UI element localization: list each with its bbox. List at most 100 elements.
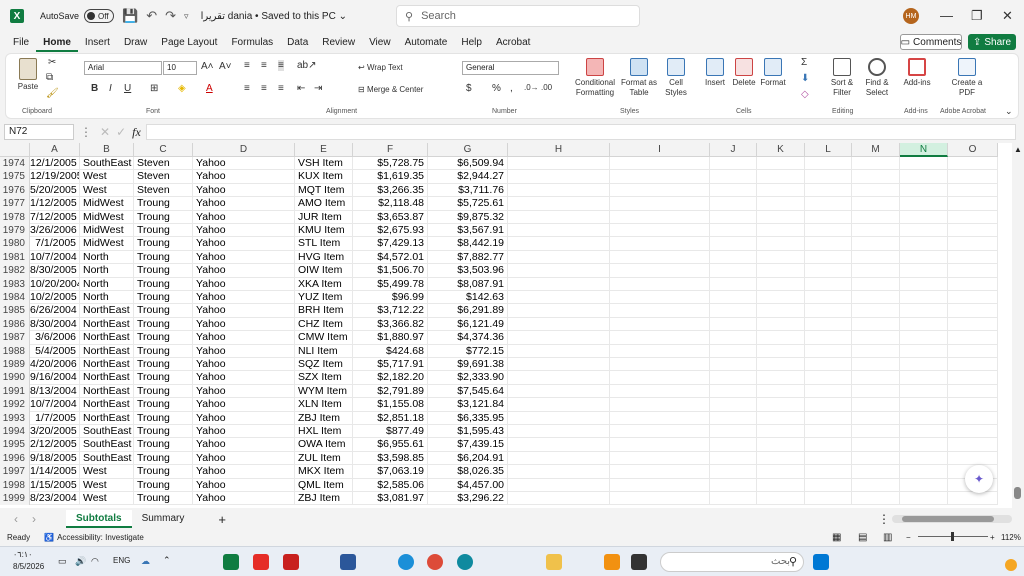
row-header[interactable]: 1980 [0,237,30,251]
cell-k[interactable] [757,344,805,358]
cell-k[interactable] [757,291,805,305]
row-header[interactable]: 1974 [0,157,30,171]
cell-o[interactable] [948,250,998,265]
cell-k[interactable] [757,465,805,479]
cell-k[interactable] [757,358,805,372]
cell-l[interactable] [805,197,852,211]
cell-a[interactable]: 8/13/2004 [30,384,80,399]
cell-n[interactable] [900,411,948,425]
cell-i[interactable] [610,371,710,385]
cell-g[interactable]: $4,374.36 [428,331,508,345]
find-select-button[interactable]: Find & Select [860,58,894,98]
cell-a[interactable]: 5/4/2005 [30,344,80,358]
cell-d[interactable]: Yahoo [193,478,295,492]
copy-icon[interactable]: ⧉ [46,72,53,83]
cell-m[interactable] [852,398,900,412]
cell-l[interactable] [805,478,852,492]
cell-h[interactable] [508,277,610,291]
cell-m[interactable] [852,384,900,399]
cell-h[interactable] [508,344,610,358]
add-sheet-icon[interactable]: + [218,512,226,527]
align-right-icon[interactable]: ≡ [278,83,284,94]
cell-c[interactable]: Troung [134,465,193,479]
cell-f[interactable]: $1,880.97 [353,331,428,345]
cell-j[interactable] [710,465,757,479]
cell-g[interactable]: $6,335.95 [428,411,508,425]
cell-d[interactable]: Yahoo [193,197,295,211]
cell-o[interactable] [948,170,998,184]
cell-a[interactable]: 10/2/2005 [30,291,80,305]
undo-icon[interactable]: ↶ [146,8,157,24]
redo-icon[interactable]: ↷ [165,8,176,24]
fill-color-icon[interactable]: ◈ [178,83,186,94]
scroll-thumb[interactable] [1014,487,1021,499]
cell-f[interactable]: $3,653.87 [353,210,428,224]
cell-g[interactable]: $4,457.00 [428,478,508,492]
cell-n[interactable] [900,183,948,198]
align-left-icon[interactable]: ≡ [244,83,250,94]
cell-m[interactable] [852,264,900,278]
cell-c[interactable]: Troung [134,291,193,305]
cell-d[interactable]: Yahoo [193,438,295,452]
cell-o[interactable] [948,398,998,412]
row-header[interactable]: 1990 [0,371,30,385]
cell-h[interactable] [508,197,610,211]
cell-d[interactable]: Yahoo [193,492,295,506]
row-header[interactable]: 1999 [0,492,30,506]
formula-input[interactable] [146,124,1016,140]
cell-m[interactable] [852,157,900,171]
cell-a[interactable]: 10/7/2004 [30,250,80,265]
cell-a[interactable]: 1/7/2005 [30,411,80,425]
cell-i[interactable] [610,438,710,452]
cell-j[interactable] [710,277,757,291]
cell-g[interactable]: $3,296.22 [428,492,508,506]
cell-e[interactable]: YUZ Item [295,291,353,305]
italic-icon[interactable]: I [109,83,112,94]
cell-n[interactable] [900,398,948,412]
show-hidden-icons[interactable]: ⌃ [163,555,171,566]
cell-o[interactable] [948,197,998,211]
cell-j[interactable] [710,250,757,265]
cell-f[interactable]: $3,266.35 [353,183,428,198]
cell-b[interactable]: SouthEast [80,438,134,452]
cell-d[interactable]: Yahoo [193,157,295,171]
cell-e[interactable]: NLI Item [295,344,353,358]
customize-quick-access-icon[interactable]: ▿ [184,11,189,22]
cell-j[interactable] [710,224,757,238]
percent-icon[interactable]: % [492,83,501,94]
cell-k[interactable] [757,438,805,452]
cell-b[interactable]: North [80,277,134,291]
cell-n[interactable] [900,358,948,372]
cell-d[interactable]: Yahoo [193,237,295,251]
cell-n[interactable] [900,277,948,291]
cell-a[interactable]: 7/12/2005 [30,210,80,224]
cell-h[interactable] [508,210,610,224]
row-header[interactable]: 1986 [0,317,30,332]
cell-g[interactable]: $3,121.84 [428,398,508,412]
cell-h[interactable] [508,465,610,479]
cell-h[interactable] [508,157,610,171]
cell-m[interactable] [852,425,900,439]
more-options-icon[interactable]: ⋮ [80,125,92,139]
cell-g[interactable]: $1,595.43 [428,425,508,439]
comments-button[interactable]: ▭ Comments [900,34,962,50]
cell-g[interactable]: $3,711.76 [428,183,508,198]
share-button[interactable]: ⇪ Share [968,34,1016,50]
cell-f[interactable]: $2,182.20 [353,371,428,385]
cell-n[interactable] [900,438,948,452]
cell-e[interactable]: ZBJ Item [295,492,353,506]
cell-m[interactable] [852,331,900,345]
cell-h[interactable] [508,317,610,332]
cell-i[interactable] [610,317,710,332]
cell-i[interactable] [610,331,710,345]
normal-view-icon[interactable]: ▦ [832,532,841,543]
cell-o[interactable] [948,183,998,198]
zoom-slider-thumb[interactable] [951,532,954,541]
cell-c[interactable]: Troung [134,237,193,251]
excel-taskbar-icon[interactable] [223,554,239,570]
cell-j[interactable] [710,411,757,425]
cell-i[interactable] [610,210,710,224]
cell-f[interactable]: $877.49 [353,425,428,439]
weather-icon[interactable] [1005,559,1017,571]
cell-f[interactable]: $5,499.78 [353,277,428,291]
